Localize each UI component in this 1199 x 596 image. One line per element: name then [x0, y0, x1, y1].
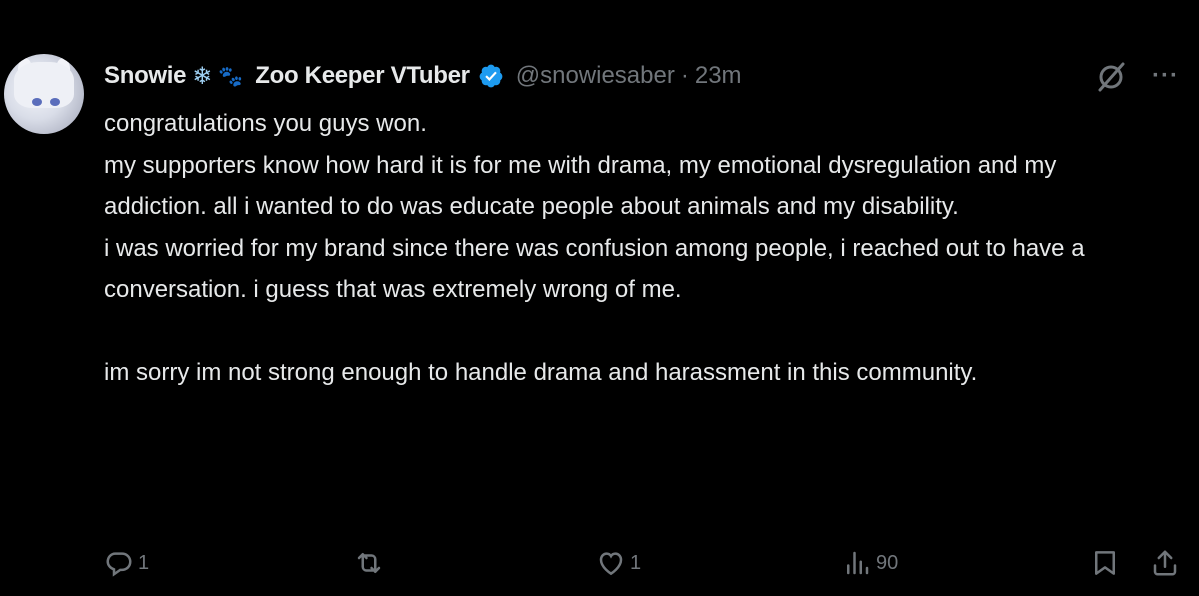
bookmark-button[interactable] — [1090, 548, 1120, 578]
avatar-eye-left — [32, 98, 42, 106]
post-paragraph: my supporters know how hard it is for me… — [104, 151, 1057, 221]
post-paragraph: im sorry im not strong enough to handle … — [104, 359, 978, 386]
reply-icon — [106, 552, 132, 577]
repost-icon — [357, 553, 381, 573]
like-count: 1 — [630, 551, 642, 574]
reply-count: 1 — [138, 551, 150, 574]
like-button[interactable]: 1 — [596, 548, 641, 578]
snowflake-emoji: ❄ — [192, 62, 213, 90]
reply-button[interactable]: 1 — [104, 548, 149, 578]
post-paragraph — [104, 311, 1164, 353]
repost-button[interactable] — [354, 548, 388, 578]
views-icon — [847, 551, 869, 575]
avatar-hair — [14, 62, 74, 108]
grok-icon[interactable] — [1094, 60, 1128, 94]
post-time[interactable]: 23m — [695, 62, 742, 90]
action-bar: 1 1 90 — [0, 548, 1199, 588]
paw-emoji: 🐾 — [218, 65, 244, 88]
post-paragraph: congratulations you guys won. — [104, 110, 427, 137]
views-button[interactable]: 90 — [842, 548, 898, 578]
display-name-suffix[interactable]: Zoo Keeper VTuber — [255, 62, 470, 90]
verified-badge-icon[interactable] — [478, 63, 504, 89]
avatar[interactable] — [4, 54, 84, 134]
bookmark-icon — [1095, 551, 1115, 575]
more-icon[interactable]: ··· — [1152, 62, 1179, 90]
like-icon — [599, 552, 623, 576]
share-button[interactable] — [1150, 548, 1180, 578]
post-text: congratulations you guys won. my support… — [104, 103, 1164, 394]
display-name[interactable]: Snowie — [104, 62, 187, 90]
post-header: Snowie ❄ 🐾 Zoo Keeper VTuber @snowiesabe… — [104, 58, 742, 94]
share-icon — [1153, 550, 1177, 576]
views-count: 90 — [876, 551, 899, 574]
meta-separator: · — [680, 62, 689, 89]
avatar-eye-right — [50, 98, 60, 106]
post-paragraph: i was worried for my brand since there w… — [104, 234, 1085, 304]
author-handle[interactable]: @snowiesaber — [516, 62, 675, 90]
tweet[interactable]: Snowie ❄ 🐾 Zoo Keeper VTuber @snowiesabe… — [0, 0, 1199, 596]
